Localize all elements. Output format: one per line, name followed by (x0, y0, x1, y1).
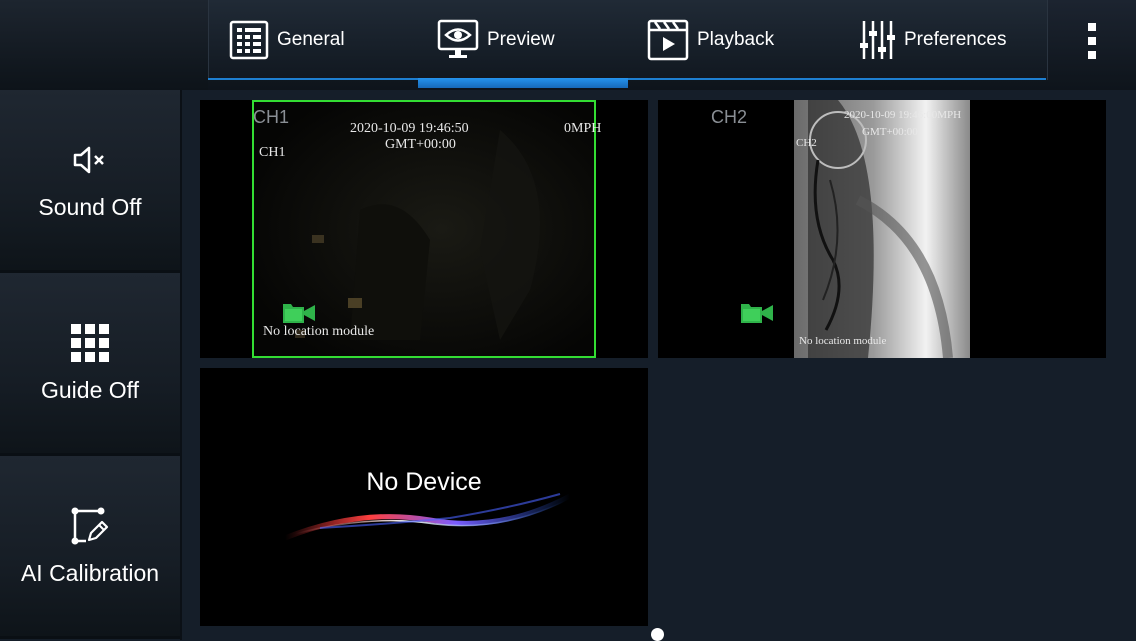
ch2-osd-location: No location module (799, 335, 887, 347)
tab-general-label: General (277, 29, 345, 50)
tab-general[interactable]: General (229, 18, 345, 62)
monitor-eye-icon (437, 19, 479, 58)
ch1-osd-channel: CH1 (259, 145, 286, 160)
active-tab-indicator (418, 78, 628, 88)
tab-preview[interactable]: Preview (437, 18, 555, 62)
calibration-pen-icon (71, 507, 109, 544)
no-device-swoosh-graphic (284, 493, 572, 541)
tab-playback-label: Playback (697, 29, 775, 50)
speaker-mute-icon (73, 146, 104, 173)
ai-calibration-button[interactable]: AI Calibration (0, 456, 180, 639)
channel-1-tile[interactable]: CH1 2020-10-09 19:46:50 GMT+00:00 0MPH C… (200, 100, 648, 358)
top-bar-left-blank (0, 0, 208, 90)
guide-off-label: Guide Off (40, 376, 140, 403)
channel-4-empty-slot[interactable] (658, 368, 1106, 626)
channel-2-tile[interactable]: CH2 2020-10-09 19:46:00MPH GMT+00:00 CH2… (658, 100, 1106, 358)
grid-list-icon (229, 20, 269, 60)
ch2-osd-datetime: 2020-10-09 19:46:00MPH (844, 109, 962, 121)
channel-2-label: CH2 (711, 107, 748, 127)
more-dot-icon (1088, 51, 1096, 59)
sound-off-label: Sound Off (38, 193, 142, 220)
more-menu-button[interactable] (1060, 16, 1124, 66)
channel-1-label: CH1 (253, 107, 290, 127)
page-indicator-dot (651, 628, 664, 641)
ch1-osd-location: No location module (263, 324, 375, 339)
ch1-osd-timezone: GMT+00:00 (385, 137, 456, 152)
tab-preferences-label: Preferences (904, 29, 1007, 50)
sound-off-button[interactable]: Sound Off (0, 90, 180, 273)
recording-camera-icon (741, 304, 773, 323)
tab-preview-label: Preview (487, 29, 555, 50)
sidebar: Sound Off Guide Off AI Calibration (0, 90, 180, 640)
channel-2-video-feed (794, 100, 970, 358)
recording-camera-icon (283, 304, 315, 323)
ch2-osd-timezone: GMT+00:00 (862, 126, 918, 138)
sliders-icon (860, 21, 895, 59)
sidebar-divider (180, 90, 182, 640)
channel-3-tile[interactable]: No Device (200, 368, 648, 626)
grid-icon (71, 323, 109, 362)
ch2-osd-channel: CH2 (796, 137, 817, 149)
clapper-play-icon (647, 19, 689, 61)
ch1-osd-datetime: 2020-10-09 19:46:50 (350, 121, 469, 136)
guide-off-button[interactable]: Guide Off (0, 273, 180, 456)
more-dot-icon (1088, 23, 1096, 31)
tab-playback[interactable]: Playback (647, 18, 774, 62)
no-device-text: No Device (366, 468, 482, 496)
tab-preferences[interactable]: Preferences (860, 18, 1006, 62)
ai-calibration-label: AI Calibration (20, 559, 160, 586)
ch1-osd-speed: 0MPH (564, 121, 602, 136)
more-dot-icon (1088, 37, 1096, 45)
